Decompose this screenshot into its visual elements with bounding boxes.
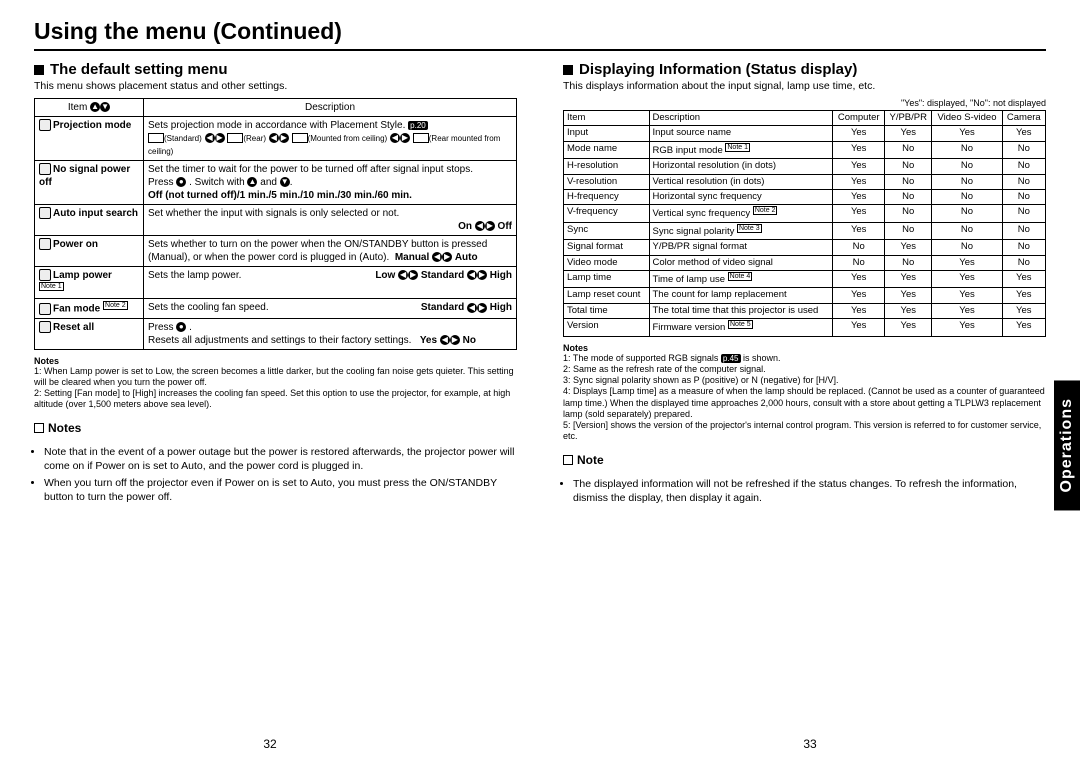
status-item: Version xyxy=(564,319,650,337)
status-item: H-resolution xyxy=(564,159,650,174)
status-desc: RGB input mode Note 1 xyxy=(649,141,833,159)
status-desc: The total time that this projector is us… xyxy=(649,303,833,318)
left-column: The default setting menu This menu shows… xyxy=(34,61,517,516)
note-2: 2: Setting [Fan mode] to [High] increase… xyxy=(34,388,517,411)
status-item: Video mode xyxy=(564,255,650,270)
projection-icon xyxy=(39,119,51,131)
fanmode-icon xyxy=(39,303,51,315)
bullet-1: Note that in the event of a power outage… xyxy=(44,445,517,473)
status-desc: Y/PB/PR signal format xyxy=(649,240,833,255)
autoinput-icon xyxy=(39,207,51,219)
status-item: V-frequency xyxy=(564,205,650,223)
status-item: Input xyxy=(564,126,650,141)
right-heading: Displaying Information (Status display) xyxy=(563,61,1046,78)
note-item: 5: [Version] shows the version of the pr… xyxy=(563,420,1046,443)
note-item: 1: The mode of supported RGB signals p.4… xyxy=(563,353,1046,364)
note-item: 3: Sync signal polarity shown as P (posi… xyxy=(563,375,1046,386)
notes-header-r: Notes xyxy=(563,343,1046,353)
status-item: Mode name xyxy=(564,141,650,159)
note-item: 2: Same as the refresh rate of the compu… xyxy=(563,364,1046,375)
left-sub: This menu shows placement status and oth… xyxy=(34,80,517,92)
status-desc: Firmware version Note 5 xyxy=(649,319,833,337)
bullet-r1: The displayed information will not be re… xyxy=(573,477,1046,505)
status-item: V-resolution xyxy=(564,174,650,189)
status-desc: Horizontal sync frequency xyxy=(649,189,833,204)
poweron-icon xyxy=(39,238,51,250)
status-desc: Vertical resolution (in dots) xyxy=(649,174,833,189)
status-desc: Vertical sync frequency Note 2 xyxy=(649,205,833,223)
notes-header: Notes xyxy=(34,356,517,366)
page-num-right: 33 xyxy=(803,737,816,751)
status-item: Lamp time xyxy=(564,270,650,288)
reset-icon xyxy=(39,321,51,333)
legend: "Yes": displayed, "No": not displayed xyxy=(563,98,1046,108)
status-item: Signal format xyxy=(564,240,650,255)
col-item: Item xyxy=(68,102,87,113)
status-desc: Input source name xyxy=(649,126,833,141)
default-settings-table: Item ▲▼ Description Projection mode Sets… xyxy=(34,98,517,350)
bullet-2: When you turn off the projector even if … xyxy=(44,476,517,504)
status-item: Lamp reset count xyxy=(564,288,650,303)
page-num-left: 32 xyxy=(263,737,276,751)
status-desc: Sync signal polarity Note 3 xyxy=(649,222,833,240)
note-subheading-r: Note xyxy=(563,453,1046,467)
status-item: Sync xyxy=(564,222,650,240)
note-item: 4: Displays [Lamp time] as a measure of … xyxy=(563,386,1046,420)
status-desc: Time of lamp use Note 4 xyxy=(649,270,833,288)
right-column: Displaying Information (Status display) … xyxy=(563,61,1046,516)
page-title: Using the menu (Continued) xyxy=(34,18,1046,51)
left-heading: The default setting menu xyxy=(34,61,517,78)
note-1: 1: When Lamp power is set to Low, the sc… xyxy=(34,366,517,389)
status-item: Total time xyxy=(564,303,650,318)
nosignal-icon xyxy=(39,163,51,175)
right-sub: This displays information about the inpu… xyxy=(563,80,1046,92)
side-tab: Operations xyxy=(1054,380,1080,510)
status-table: Item Description Computer Y/PB/PR Video … xyxy=(563,110,1046,337)
page-ref: p.20 xyxy=(408,121,428,130)
status-desc: The count for lamp replacement xyxy=(649,288,833,303)
status-item: H-frequency xyxy=(564,189,650,204)
lamppower-icon xyxy=(39,269,51,281)
status-desc: Horizontal resolution (in dots) xyxy=(649,159,833,174)
notes-subheading: Notes xyxy=(34,421,517,435)
status-desc: Color method of video signal xyxy=(649,255,833,270)
col-desc: Description xyxy=(144,99,517,117)
